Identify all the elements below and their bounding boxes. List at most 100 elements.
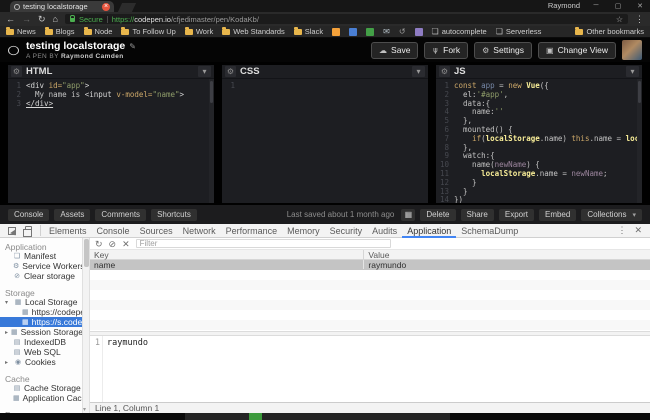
app-favicon-blue[interactable] — [349, 27, 358, 36]
sidebar-scrollbar[interactable] — [83, 238, 90, 413]
value-preview-pane[interactable]: 1 raymundo — [90, 336, 650, 402]
sidebar-item-clear-storage[interactable]: ⊘ Clear storage — [0, 271, 82, 281]
sidebar-item-web-sql[interactable]: ▤ Web SQL — [0, 347, 82, 357]
key-column-header[interactable]: Key — [90, 250, 365, 260]
bookmark-to-follow-up[interactable]: To Follow Up — [121, 27, 176, 36]
chrome-menu-icon[interactable]: ⋮ — [635, 14, 644, 25]
mail-favicon[interactable]: ✉ — [383, 27, 390, 36]
chevron-down-icon[interactable]: ▾ — [198, 66, 211, 77]
profile-button[interactable]: Raymond — [548, 1, 580, 10]
browser-tab[interactable]: testing localstorage × — [10, 1, 114, 12]
comments-button[interactable]: Comments — [95, 208, 147, 221]
bookmark-label: autocomplete — [441, 27, 487, 36]
analytics-favicon[interactable] — [332, 27, 341, 36]
chevron-down-icon[interactable]: ▾ — [412, 66, 425, 77]
sidebar-item-local-storage[interactable]: ▾ ▦ Local Storage — [0, 297, 82, 307]
shortcuts-button[interactable]: Shortcuts — [151, 208, 197, 221]
inspect-element-icon[interactable] — [8, 226, 16, 235]
sidebar-item-https-codepen-io[interactable]: ▦https://codepen.io — [0, 307, 82, 317]
bookmark-work[interactable]: Work — [184, 27, 213, 36]
sidebar-item-https-s-codepen-io[interactable]: ▦https://s.codepen.io — [0, 317, 82, 327]
empty-rows-area[interactable] — [90, 270, 650, 331]
expander-down-icon[interactable]: ▾ — [5, 299, 11, 306]
css-code-editor[interactable]: 1 — [222, 79, 428, 203]
embed-button[interactable]: Embed — [538, 208, 577, 221]
value-column-header[interactable]: Value — [364, 250, 650, 260]
console-button[interactable]: Console — [8, 208, 50, 221]
chevron-down-icon[interactable]: ▾ — [626, 66, 639, 77]
editor-scrollbar[interactable] — [209, 79, 214, 203]
save-button[interactable]: ☁ Save — [371, 41, 419, 59]
bookmark-serverless[interactable]: ❏ Serverless — [496, 27, 542, 36]
forward-icon[interactable]: → — [22, 12, 31, 26]
devtools-tab-audits[interactable]: Audits — [367, 224, 402, 238]
expander-right-icon[interactable]: ▸ — [5, 329, 8, 336]
filter-input[interactable] — [135, 239, 391, 248]
bookmark-node[interactable]: Node — [83, 27, 112, 36]
devtools-tab-performance[interactable]: Performance — [221, 224, 283, 238]
devtools-tab-security[interactable]: Security — [325, 224, 368, 238]
saved-versions-icon[interactable]: ▦ — [401, 208, 416, 221]
panel-gear-icon[interactable]: ⚙ — [439, 66, 450, 77]
sidebar-item-service-workers[interactable]: ⚙ Service Workers — [0, 261, 82, 271]
assets-button[interactable]: Assets — [54, 208, 91, 221]
new-tab-button[interactable] — [117, 3, 137, 12]
share-button[interactable]: Share — [460, 208, 494, 221]
window-minimize-icon[interactable]: ─ — [590, 2, 602, 9]
back-icon[interactable]: ← — [6, 12, 15, 26]
devtools-tab-memory[interactable]: Memory — [282, 224, 325, 238]
devtools-close-icon[interactable]: ✕ — [634, 225, 642, 236]
export-button[interactable]: Export — [498, 208, 534, 221]
delete-selected-icon[interactable]: ✕ — [122, 238, 130, 250]
sidebar-item-cache-storage[interactable]: ▤ Cache Storage — [0, 383, 82, 393]
devtools-tab-network[interactable]: Network — [178, 224, 221, 238]
editor-scrollbar[interactable] — [637, 79, 642, 203]
change-view-button[interactable]: ▣ Change View — [538, 41, 616, 59]
sidebar-item-cookies[interactable]: ▸ ◉ Cookies — [0, 357, 82, 367]
devtools-tab-sources[interactable]: Sources — [135, 224, 178, 238]
fork-button[interactable]: ⋔ Fork — [424, 41, 469, 59]
app-favicon-purple[interactable] — [414, 27, 423, 36]
tab-close-icon[interactable]: × — [102, 2, 110, 11]
window-close-icon[interactable]: ✕ — [634, 2, 646, 10]
bookmark-web-standards[interactable]: Web Standards — [222, 27, 285, 36]
user-avatar[interactable] — [622, 40, 642, 60]
devtools-tab-schemadump[interactable]: SchemaDump — [456, 224, 523, 238]
refresh-icon[interactable]: ↻ — [95, 238, 103, 250]
address-bar[interactable]: Secure https://codepen.io/cfjedimaster/p… — [64, 14, 628, 24]
home-icon[interactable]: ⌂ — [53, 12, 58, 26]
bookmark-autocomplete[interactable]: ❏ autocomplete — [432, 27, 487, 36]
sidebar-item-application-cache[interactable]: ▦Application Cache — [0, 393, 82, 403]
edit-title-icon[interactable]: ✎ — [129, 42, 136, 51]
html-code-editor[interactable]: 1 <div id="app"> 2 My name is <input v-mod… — [8, 79, 214, 203]
folder-icon — [184, 27, 193, 35]
window-maximize-icon[interactable]: ▢ — [612, 2, 624, 10]
delete-button[interactable]: Delete — [420, 208, 456, 221]
bookmark-star-icon[interactable]: ☆ — [616, 15, 623, 24]
sync-favicon[interactable]: ↺ — [399, 27, 406, 36]
panel-gear-icon[interactable]: ⚙ — [225, 66, 236, 77]
bookmark-slack[interactable]: Slack — [293, 27, 323, 36]
bookmark-blogs[interactable]: Blogs — [44, 27, 75, 36]
settings-button[interactable]: ⚙ Settings — [474, 41, 533, 59]
bookmark-news[interactable]: News — [6, 27, 36, 36]
expander-right-icon[interactable]: ▸ — [5, 359, 11, 366]
devtools-tab-elements[interactable]: Elements — [44, 224, 92, 238]
folder-icon — [575, 27, 584, 35]
storage-row[interactable]: name raymundo — [90, 260, 650, 270]
device-toolbar-icon[interactable] — [23, 226, 32, 237]
reload-icon[interactable]: ↻ — [38, 12, 46, 26]
sidebar-item-session-storage[interactable]: ▸ ▦ Session Storage — [0, 327, 82, 337]
folder-icon — [6, 27, 14, 35]
devtools-menu-icon[interactable]: ⋮ — [617, 225, 626, 236]
devtools-tab-console[interactable]: Console — [92, 224, 135, 238]
devtools-tab-application[interactable]: Application — [402, 224, 457, 238]
clear-all-icon[interactable]: ⊘ — [109, 238, 117, 250]
sidebar-item-manifest[interactable]: ❏ Manifest — [0, 251, 82, 261]
panel-gear-icon[interactable]: ⚙ — [11, 66, 22, 77]
js-code-editor[interactable]: 1 const app = new Vue({2 el:'#app', 3 data… — [436, 79, 642, 203]
app-favicon-green[interactable] — [366, 27, 375, 36]
collections-button[interactable]: Collections ▾ — [581, 208, 642, 221]
sidebar-item-indexeddb[interactable]: ▤ IndexedDB — [0, 337, 82, 347]
other-bookmarks[interactable]: Other bookmarks — [575, 27, 644, 36]
